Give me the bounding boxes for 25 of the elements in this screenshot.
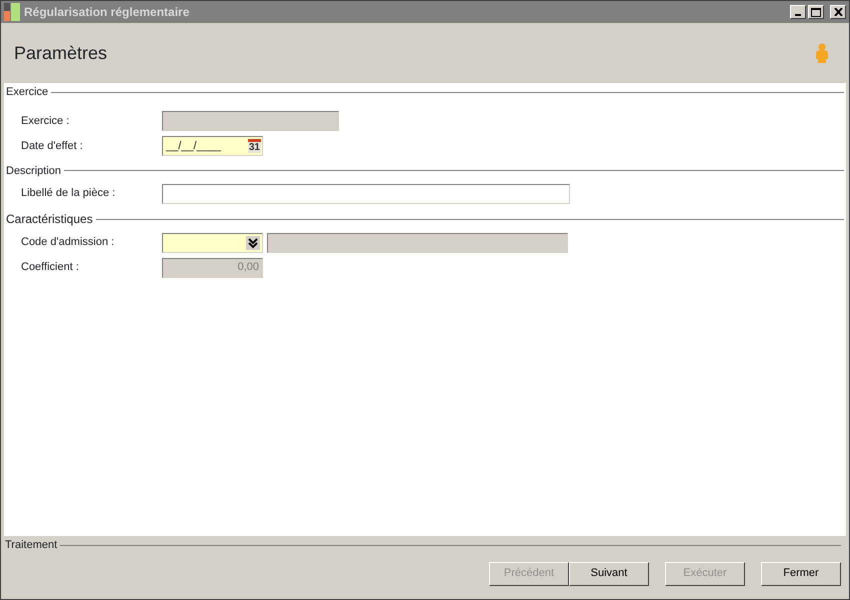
field-label: Coefficient :	[21, 260, 80, 276]
field-label: Date d'effet :	[21, 138, 84, 154]
field-label: Exercice :	[21, 114, 70, 129]
window-title: Régularisation réglementaire	[24, 4, 190, 21]
section-title: Description	[6, 164, 62, 178]
footer-button[interactable]: Suivant	[569, 562, 649, 586]
date-field[interactable]: __/__/____ 31	[162, 136, 263, 156]
field-label: Code d'admission :	[21, 235, 116, 250]
section-title: Exercice	[6, 85, 48, 100]
page-title: Paramètres	[14, 42, 108, 64]
close-icon	[834, 8, 842, 16]
field-label: Libellé de la pièce :	[21, 186, 116, 202]
section-title: Traitement	[5, 538, 58, 553]
footer-button[interactable]: Fermer	[761, 562, 841, 586]
chevron-icon[interactable]	[246, 236, 260, 250]
dropdown-field[interactable]	[162, 232, 263, 252]
app-icon	[4, 3, 22, 21]
section-title: Caractéristiques	[6, 211, 93, 228]
minimize-button[interactable]	[790, 5, 806, 19]
close-button[interactable]	[830, 5, 846, 19]
maximize-button[interactable]	[808, 5, 824, 19]
maximize-icon	[811, 8, 821, 16]
calendar-icon[interactable]: 31	[248, 139, 261, 153]
number-field: 0,00	[162, 258, 263, 278]
input-field[interactable]	[162, 184, 570, 204]
